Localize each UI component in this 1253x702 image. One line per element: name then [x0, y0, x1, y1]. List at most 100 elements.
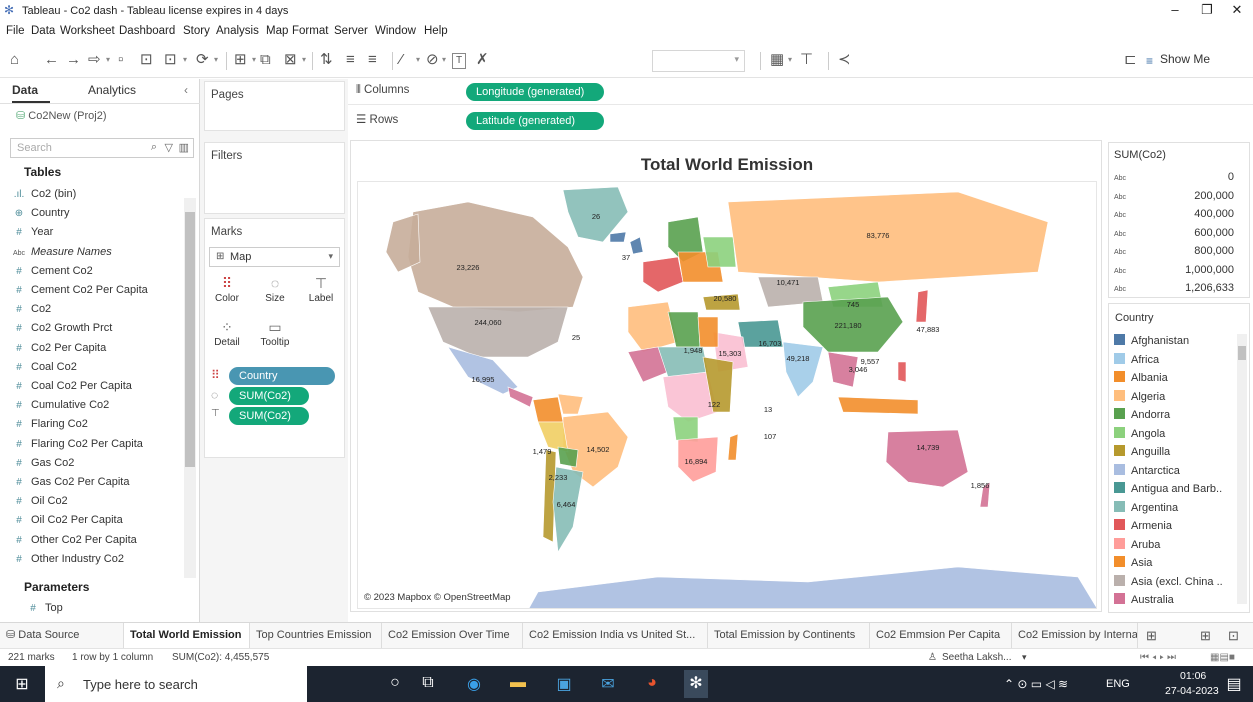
undo-icon[interactable]: ← — [44, 51, 59, 69]
country-pill[interactable]: Country — [229, 367, 335, 385]
mail-icon[interactable]: ✉ — [596, 674, 620, 694]
chevron-down-icon[interactable]: ▾ — [183, 55, 187, 64]
file-explorer-icon[interactable]: ▬ — [506, 674, 530, 692]
store-icon[interactable]: ▣ — [552, 674, 576, 694]
collapse-icon[interactable]: ‹ — [184, 83, 188, 97]
scrollbar-thumb[interactable] — [1238, 346, 1246, 360]
country-legend-item[interactable]: Algeria — [1114, 389, 1165, 408]
restore-button[interactable]: ❐ — [1192, 2, 1222, 20]
windows-start-icon[interactable]: ⊞ — [10, 674, 34, 694]
field-item[interactable]: Abc Measure Names — [10, 243, 112, 262]
tooltip-button[interactable]: ▭ Tooltip — [253, 319, 297, 348]
cards-icon[interactable]: ▦ — [770, 51, 784, 69]
filters-card[interactable]: Filters — [204, 142, 345, 214]
language-indicator[interactable]: ENG — [1106, 678, 1130, 690]
tab-analytics[interactable]: Analytics — [88, 83, 136, 97]
tab-top-countries-emission[interactable]: Top Countries Emission — [250, 623, 382, 648]
chevron-down-icon[interactable]: ▾ — [416, 55, 420, 64]
share-icon[interactable]: ≺ — [838, 51, 851, 69]
close-button[interactable]: ✕ — [1222, 2, 1252, 20]
field-item[interactable]: # Cement Co2 — [10, 262, 93, 281]
pin-icon[interactable]: ⊏ — [1124, 51, 1137, 69]
size-button[interactable]: ◌ Size — [257, 275, 293, 304]
tab-co2-emission-per-capita[interactable]: Co2 Emmsion Per Capita — [870, 623, 1012, 648]
menu-window[interactable]: Window — [375, 25, 416, 37]
tab-data-source[interactable]: ⛁ Data Source — [0, 623, 124, 648]
field-item[interactable]: # Co2 Growth Prct — [10, 319, 112, 338]
field-item[interactable]: # Other Industry Co2 — [10, 550, 124, 569]
chevron-down-icon[interactable]: ▾ — [252, 55, 256, 64]
search-icon[interactable]: ⌕ — [151, 141, 157, 154]
country-legend-item[interactable]: Australia — [1114, 593, 1174, 611]
show-me-icon[interactable]: ≡ — [1146, 54, 1153, 68]
country-legend[interactable]: Country Afghanistan Africa Albania Algeria A… — [1108, 303, 1250, 613]
refresh-icon[interactable]: ⟳ — [196, 51, 209, 69]
fit-dropdown[interactable] — [652, 50, 745, 72]
field-item[interactable]: ⊕ Country — [10, 204, 70, 223]
sum-legend-row[interactable]: Abc 400,000 — [1114, 208, 1244, 226]
menu-dashboard[interactable]: Dashboard — [119, 25, 175, 37]
menu-help[interactable]: Help — [424, 25, 448, 37]
country-legend-item[interactable]: Austria — [1114, 611, 1165, 612]
new-datasource-icon[interactable]: ⊡ — [140, 51, 153, 69]
edge-icon[interactable]: ◉ — [462, 674, 486, 694]
field-item[interactable]: # Year — [10, 223, 53, 242]
menu-format[interactable]: Format — [292, 25, 328, 37]
chevron-down-icon[interactable]: ▾ — [788, 55, 792, 64]
chrome-icon[interactable]: ◕ — [640, 674, 664, 692]
menu-analysis[interactable]: Analysis — [216, 25, 259, 37]
taskbar-search[interactable]: ⌕ Type here to search — [45, 666, 307, 702]
chevron-down-icon[interactable]: ▾ — [1022, 652, 1027, 663]
pause-updates-icon[interactable]: ⊡ — [164, 51, 177, 69]
sum-co2-size-pill[interactable]: SUM(Co2) — [229, 387, 309, 405]
new-worksheet-icon[interactable]: ⊞ — [1146, 627, 1157, 645]
rows-shelf[interactable]: ☰ Rows Latitude (generated) — [348, 107, 1253, 133]
sort-ascending-icon[interactable]: ≡ — [346, 51, 355, 69]
field-item[interactable]: # Gas Co2 Per Capita — [10, 473, 129, 492]
field-item[interactable]: # Coal Co2 Per Capita — [10, 377, 132, 396]
menu-server[interactable]: Server — [334, 25, 368, 37]
chevron-down-icon[interactable]: ▾ — [302, 55, 306, 64]
country-legend-item[interactable]: Armenia — [1114, 519, 1172, 537]
sheet-sorter-icon[interactable]: ▦▤■ — [1210, 652, 1235, 663]
field-item[interactable]: # Cement Co2 Per Capita — [10, 281, 148, 300]
clear-sheet-icon[interactable]: ⊠ — [284, 51, 297, 69]
world-map[interactable]: 26 83,776 23,226 244,060 25 16,995 221,180 10,4… — [357, 181, 1097, 609]
tab-co2-emission-india-vs-us[interactable]: Co2 Emission India vs United St... — [523, 623, 708, 648]
longitude-pill[interactable]: Longitude (generated) — [466, 83, 604, 101]
latitude-pill[interactable]: Latitude (generated) — [466, 112, 604, 130]
notifications-icon[interactable]: ▤ — [1222, 674, 1246, 694]
cortana-icon[interactable]: ○ — [383, 674, 407, 692]
tab-total-world-emission[interactable]: Total World Emission — [124, 623, 250, 648]
save-icon[interactable]: ▫ — [118, 51, 123, 69]
group-icon[interactable]: ⊘ — [426, 51, 439, 69]
clock-time[interactable]: 01:06 — [1180, 670, 1206, 682]
field-item[interactable]: # Oil Co2 — [10, 492, 67, 511]
menu-worksheet[interactable]: Worksheet — [60, 25, 115, 37]
field-item[interactable]: # Coal Co2 — [10, 358, 77, 377]
menu-map[interactable]: Map — [266, 25, 288, 37]
country-legend-item[interactable]: Argentina — [1114, 500, 1178, 519]
country-legend-item[interactable]: Afghanistan — [1114, 334, 1189, 352]
swap-icon[interactable]: ⇅ — [320, 51, 333, 69]
chevron-down-icon[interactable]: ▾ — [442, 55, 446, 64]
sum-legend-row[interactable]: Abc 800,000 — [1114, 245, 1244, 263]
tab-total-emission-by-continents[interactable]: Total Emission by Continents — [708, 623, 870, 648]
country-legend-item[interactable]: Asia (excl. China .. — [1114, 574, 1223, 593]
field-item[interactable]: .ıl. Co2 (bin) — [10, 185, 77, 204]
sum-legend-row[interactable]: Abc 1,206,633 — [1114, 282, 1244, 300]
legend-scrollbar[interactable] — [1237, 334, 1247, 604]
sum-legend-row[interactable]: Abc 600,000 — [1114, 227, 1244, 245]
label-button[interactable]: ⊤ Label — [303, 275, 339, 304]
show-me-button[interactable]: Show Me — [1160, 52, 1210, 66]
sum-co2-label-pill[interactable]: SUM(Co2) — [229, 407, 309, 425]
color-button[interactable]: ⠿ Color — [209, 275, 245, 304]
sort-descending-icon[interactable]: ≡ — [368, 51, 377, 69]
field-item[interactable]: # Gas Co2 — [10, 454, 74, 473]
tab-data[interactable]: Data — [12, 83, 38, 97]
menu-file[interactable]: File — [6, 25, 25, 37]
redo-icon[interactable]: → — [66, 51, 81, 69]
detail-button[interactable]: ⁘ Detail — [209, 319, 245, 348]
country-legend-item[interactable]: Aruba — [1114, 537, 1160, 556]
datasource-name[interactable]: ⛁ Co2New (Proj2) — [16, 109, 107, 122]
